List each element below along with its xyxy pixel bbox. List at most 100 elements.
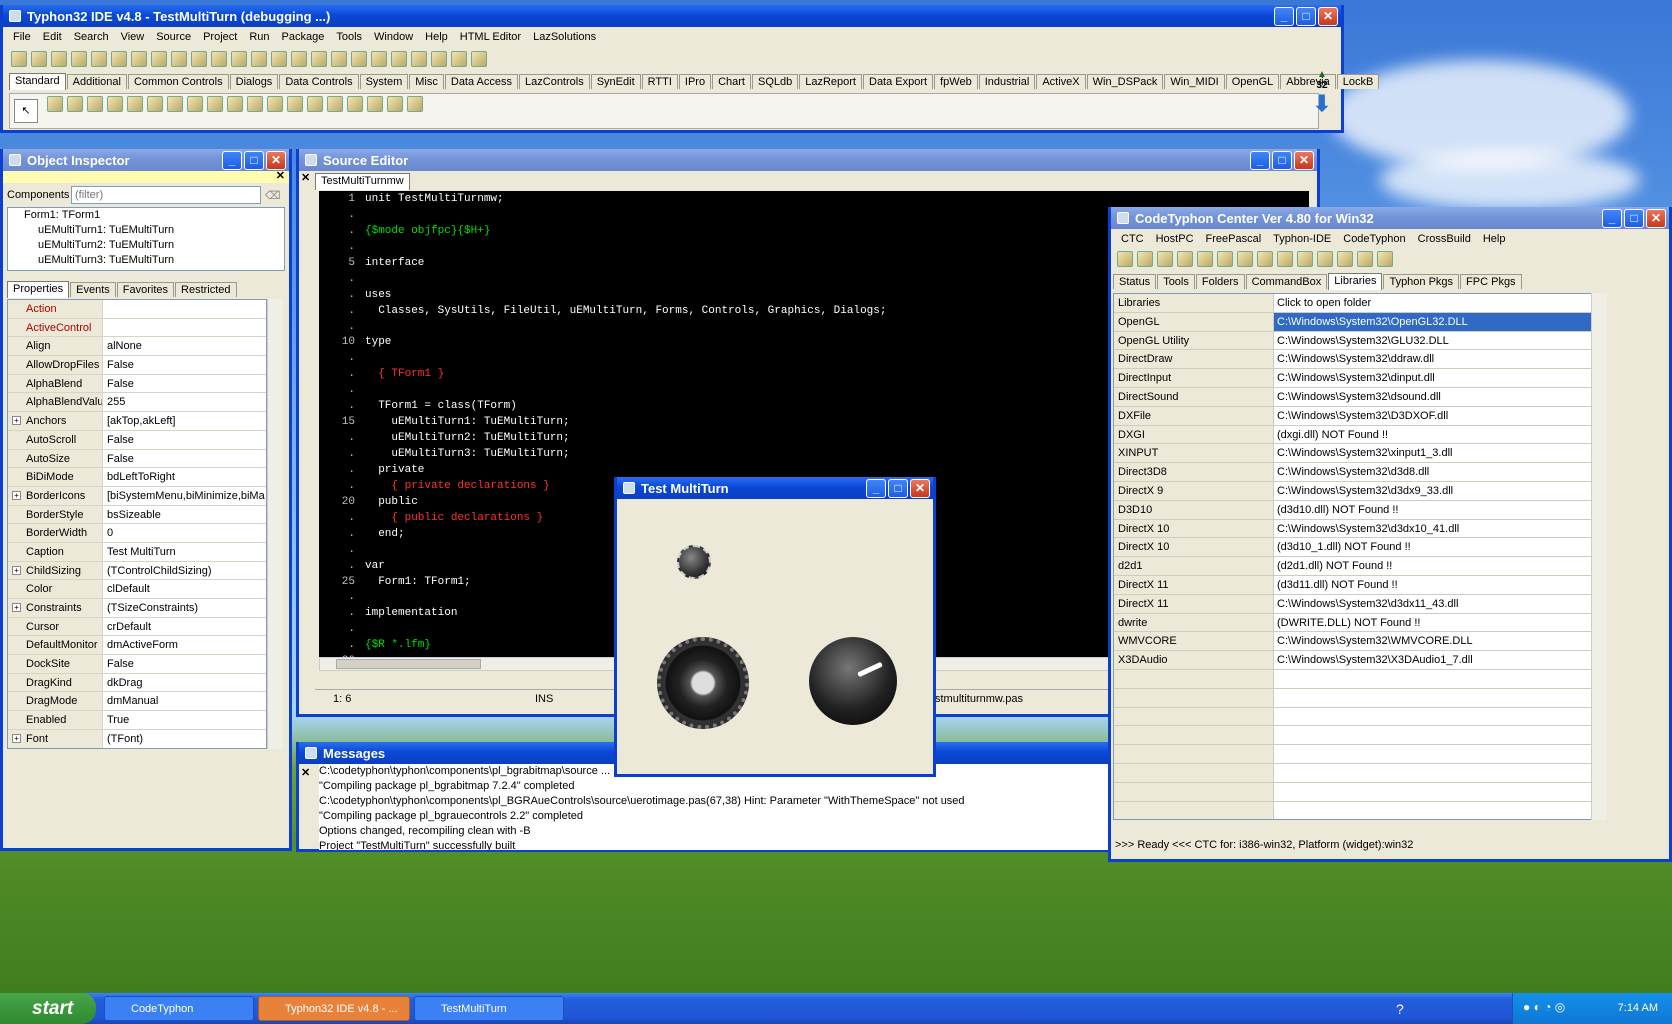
maximize-button[interactable]: □: [1296, 7, 1316, 26]
library-path[interactable]: (dxgi.dll) NOT Found !!: [1274, 425, 1592, 444]
library-row[interactable]: dwrite (DWRITE.DLL) NOT Found !!: [1114, 613, 1592, 633]
component-icon[interactable]: [287, 96, 304, 112]
menu-package[interactable]: Package: [276, 31, 331, 43]
property-value[interactable]: False: [103, 356, 266, 374]
tab-fpweb[interactable]: fpWeb: [934, 74, 978, 89]
library-path[interactable]: C:\Windows\System32\X3DAudio1_7.dll: [1274, 651, 1592, 669]
tab-data-controls[interactable]: Data Controls: [279, 74, 359, 89]
menu-edit[interactable]: Edit: [37, 31, 68, 43]
filter-input[interactable]: [71, 186, 261, 204]
tab-system[interactable]: System: [359, 74, 409, 89]
ctc-menu-typhon-ide[interactable]: Typhon-IDE: [1267, 233, 1337, 245]
property-row[interactable]: AutoSize False: [8, 449, 266, 469]
expand-icon[interactable]: +: [12, 603, 21, 612]
component-icon[interactable]: [307, 96, 324, 112]
tab-sqldb[interactable]: SQLdb: [751, 74, 799, 89]
ctc-tab-fpc-pkgs[interactable]: FPC Pkgs: [1460, 274, 1522, 289]
component-icon[interactable]: [187, 96, 204, 112]
component-icon[interactable]: [347, 96, 364, 112]
toolbar-icon[interactable]: [111, 51, 127, 67]
minimize-button[interactable]: _: [1602, 209, 1622, 228]
library-row[interactable]: OpenGL C:\Windows\System32\OpenGL32.DLL: [1114, 312, 1592, 332]
menu-lazsolutions[interactable]: LazSolutions: [527, 31, 602, 43]
property-value[interactable]: False: [103, 449, 266, 468]
close-icon[interactable]: ✕: [276, 169, 285, 182]
component-icon[interactable]: [247, 96, 264, 112]
property-row[interactable]: DockSite False: [8, 655, 266, 674]
editor-title-bar[interactable]: Source Editor _ □ ✕: [299, 149, 1317, 171]
property-row[interactable]: ActiveControl: [8, 318, 266, 338]
property-row[interactable]: Action: [8, 300, 266, 319]
close-button[interactable]: ✕: [266, 151, 286, 170]
property-row[interactable]: Color clDefault: [8, 580, 266, 599]
toolbar-icon[interactable]: [131, 51, 147, 67]
property-value[interactable]: bsSizeable: [103, 505, 266, 524]
property-value[interactable]: (TFont): [103, 729, 266, 748]
ctc-tab-status[interactable]: Status: [1113, 274, 1157, 289]
library-path[interactable]: C:\Windows\System32\OpenGL32.DLL: [1274, 312, 1592, 331]
toolbar-icon[interactable]: [451, 51, 467, 67]
tab-dialogs[interactable]: Dialogs: [229, 74, 279, 89]
ctc-menu-freepascal[interactable]: FreePascal: [1200, 233, 1268, 245]
property-value[interactable]: [akTop,akLeft]: [103, 412, 266, 430]
menu-window[interactable]: Window: [368, 31, 419, 43]
filter-clear-icon[interactable]: ⌫: [265, 189, 281, 202]
tab-lazreport[interactable]: LazReport: [799, 74, 862, 89]
property-value[interactable]: (TControlChildSizing): [103, 561, 266, 580]
ctc-tab-libraries[interactable]: Libraries: [1328, 273, 1383, 290]
property-value[interactable]: False: [103, 655, 266, 673]
library-path[interactable]: (d3d11.dll) NOT Found !!: [1274, 575, 1592, 594]
tab-favorites[interactable]: Favorites: [116, 282, 175, 297]
ctc-toolbar-icon[interactable]: [1177, 251, 1193, 267]
tab-additional[interactable]: Additional: [66, 74, 127, 89]
library-row[interactable]: DirectX 11 (d3d11.dll) NOT Found !!: [1114, 575, 1592, 595]
library-path[interactable]: C:\Windows\System32\d3dx10_41.dll: [1274, 519, 1592, 538]
property-row[interactable]: AutoScroll False: [8, 430, 266, 450]
library-path[interactable]: C:\Windows\System32\ddraw.dll: [1274, 350, 1592, 369]
library-path[interactable]: C:\Windows\System32\d3dx11_43.dll: [1274, 594, 1592, 613]
toolbar-icon[interactable]: [371, 51, 387, 67]
library-path[interactable]: (d3d10.dll) NOT Found !!: [1274, 500, 1592, 519]
task-codetyphon[interactable]: CodeTyphon: [104, 996, 254, 1021]
tab-testmultiturnmw[interactable]: TestMultiTurnmw: [315, 173, 410, 190]
property-row[interactable]: Enabled True: [8, 711, 266, 730]
library-row[interactable]: DirectX 11 C:\Windows\System32\d3dx11_43.…: [1114, 594, 1592, 614]
library-row[interactable]: DXGI (dxgi.dll) NOT Found !!: [1114, 425, 1592, 445]
expand-icon[interactable]: +: [12, 416, 21, 426]
maximize-button[interactable]: □: [244, 151, 264, 170]
tab-lazcontrols[interactable]: LazControls: [519, 74, 590, 89]
tab-industrial[interactable]: Industrial: [978, 74, 1036, 89]
minimize-button[interactable]: _: [1274, 7, 1294, 26]
minimize-button[interactable]: _: [222, 151, 242, 170]
toolbar-icon[interactable]: [231, 51, 247, 67]
tab-win-midi[interactable]: Win_MIDI: [1164, 74, 1225, 89]
close-button[interactable]: ✕: [910, 479, 930, 498]
ctc-toolbar-icon[interactable]: [1237, 251, 1253, 267]
ctc-tab-folders[interactable]: Folders: [1195, 274, 1245, 289]
toolbar-icon[interactable]: [151, 51, 167, 67]
toolbar-icon[interactable]: [51, 51, 67, 67]
property-value[interactable]: [103, 318, 266, 337]
toolbar-icon[interactable]: [91, 51, 107, 67]
toolbar-icon[interactable]: [351, 51, 367, 67]
library-path[interactable]: (DWRITE.DLL) NOT Found !!: [1274, 613, 1592, 632]
property-row[interactable]: DragKind dkDrag: [8, 673, 266, 693]
ctc-toolbar-icon[interactable]: [1337, 251, 1353, 267]
component-icon[interactable]: [327, 96, 344, 112]
component-icon[interactable]: [67, 96, 84, 112]
menu-source[interactable]: Source: [150, 31, 197, 43]
property-scrollbar[interactable]: [267, 299, 283, 749]
library-row[interactable]: D3D10 (d3d10.dll) NOT Found !!: [1114, 500, 1592, 520]
library-path[interactable]: C:\Windows\System32\xinput1_3.dll: [1274, 444, 1592, 463]
task-testmultiturn[interactable]: TestMultiTurn: [414, 996, 564, 1021]
property-value[interactable]: alNone: [103, 337, 266, 356]
maximize-button[interactable]: □: [1272, 151, 1292, 170]
ctc-toolbar-icon[interactable]: [1297, 251, 1313, 267]
library-row[interactable]: DirectInput C:\Windows\System32\dinput.dl…: [1114, 369, 1592, 388]
close-button[interactable]: ✕: [1294, 151, 1314, 170]
ctc-toolbar-icon[interactable]: [1377, 251, 1393, 267]
property-value[interactable]: bdLeftToRight: [103, 468, 266, 486]
library-row[interactable]: WMVCORE C:\Windows\System32\WMVCORE.DLL: [1114, 632, 1592, 652]
property-row[interactable]: + Font (TFont): [8, 729, 266, 748]
property-value[interactable]: crDefault: [103, 617, 266, 636]
